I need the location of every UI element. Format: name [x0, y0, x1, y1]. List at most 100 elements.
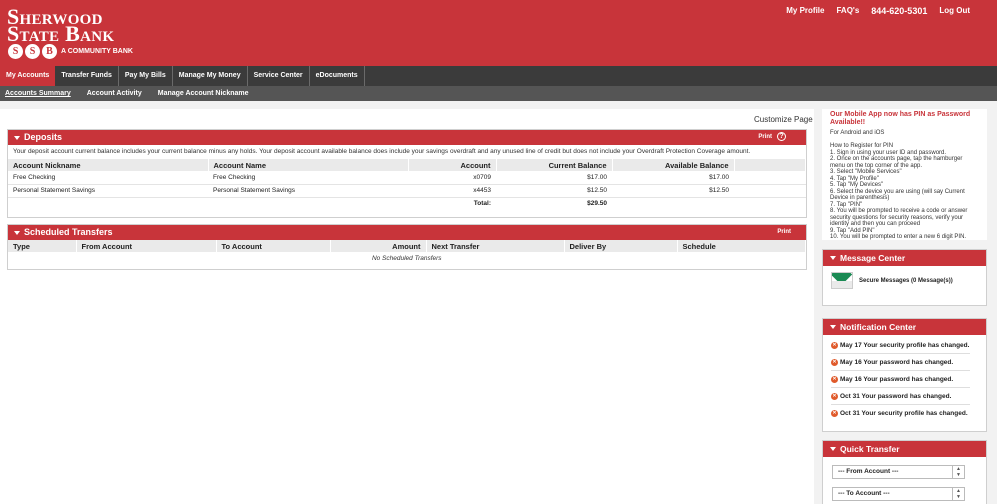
to-account-select[interactable]: --- To Account --- ▲ ▼ [832, 487, 965, 501]
spacer-cell [734, 184, 806, 198]
list-item[interactable]: ✕ Oct 31 Your security profile has change… [831, 405, 970, 422]
dismiss-x-icon[interactable]: ✕ [831, 358, 838, 366]
header: Sherwood State Bank S S B A COMMUNITY BA… [0, 0, 997, 66]
total-row: Total: $29.50 [8, 197, 806, 210]
account-number-cell: x0709 [408, 171, 496, 185]
col-account[interactable]: Account [408, 159, 497, 171]
col-schedule[interactable]: Schedule [677, 240, 806, 252]
promo-step: 10. You will be prompted to enter a new … [830, 234, 967, 240]
col-account-nickname[interactable]: Account Nickname [8, 159, 209, 171]
spacer-cell [734, 171, 806, 185]
table-row[interactable]: Free Checking Free Checking x0709 $17.00… [8, 171, 806, 185]
my-profile-link[interactable]: My Profile [786, 6, 824, 16]
collapse-caret-icon[interactable] [14, 231, 20, 235]
account-name-cell: Free Checking [208, 171, 408, 185]
deposits-title: Deposits [24, 132, 63, 142]
notification-text: May 17 Your security profile has changed… [840, 341, 970, 349]
stepper-arrows-icon[interactable]: ▲ ▼ [952, 466, 964, 478]
col-deliver-by[interactable]: Deliver By [564, 240, 678, 252]
scheduled-print-button[interactable]: Print [777, 229, 791, 235]
list-item[interactable]: ✕ May 17 Your security profile has change… [831, 337, 970, 354]
account-nickname-cell[interactable]: Personal Statement Savings [8, 184, 208, 198]
sub-nav: Accounts Summary Account Activity Manage… [0, 86, 997, 101]
deposits-table: Account Nickname Account Name Account Cu… [8, 159, 806, 210]
no-scheduled-transfers-text: No Scheduled Transfers [371, 255, 442, 262]
col-spacer [734, 159, 806, 171]
notification-text: Oct 31 Your security profile has changed… [840, 410, 968, 417]
envelope-icon [831, 272, 853, 289]
subnav-manage-account-nickname[interactable]: Manage Account Nickname [153, 86, 254, 101]
mobile-app-promo: Our Mobile App now has PIN as Password A… [822, 109, 987, 240]
quick-transfer-header[interactable]: Quick Transfer [823, 441, 986, 457]
col-type[interactable]: Type [8, 240, 77, 252]
col-available-balance[interactable]: Available Balance [612, 159, 735, 171]
promo-step: 2. Once on the accounts page, tap the ha… [830, 156, 963, 169]
promo-subtitle: For Android and iOS [830, 130, 885, 136]
top-links: My Profile FAQ's 844-620-5301 Log Out [774, 6, 970, 16]
available-balance-cell: $17.00 [612, 171, 734, 185]
total-label: Total: [473, 200, 491, 208]
from-account-select[interactable]: --- From Account --- ▲ ▼ [832, 465, 965, 479]
logo-badge-s1: S [8, 44, 23, 59]
dismiss-x-icon[interactable]: ✕ [831, 392, 838, 400]
dismiss-x-icon[interactable]: ✕ [831, 341, 838, 349]
account-name-cell: Personal Statement Savings [208, 184, 408, 198]
empty-row: No Scheduled Transfers [8, 252, 806, 265]
logo-badges: S S B A COMMUNITY BANK [8, 44, 133, 59]
logout-link[interactable]: Log Out [939, 6, 970, 16]
logo-tagline: A COMMUNITY BANK [61, 48, 133, 55]
scheduled-transfers-title: Scheduled Transfers [24, 227, 113, 237]
col-amount[interactable]: Amount [330, 240, 427, 252]
table-row[interactable]: Personal Statement Savings Personal Stat… [8, 184, 806, 198]
question-circle-icon[interactable]: ? [777, 132, 786, 141]
quick-transfer-widget: Quick Transfer --- From Account --- ▲ ▼ -… [822, 440, 987, 504]
faq-link[interactable]: FAQ's [836, 6, 859, 16]
collapse-caret-icon[interactable] [830, 325, 836, 329]
scheduled-transfers-header[interactable]: Scheduled Transfers Print [8, 225, 806, 240]
current-balance-cell: $17.00 [496, 171, 612, 185]
subnav-accounts-summary[interactable]: Accounts Summary [0, 86, 76, 101]
deposits-header[interactable]: Deposits Print ? [8, 130, 806, 145]
secure-messages-row[interactable]: Secure Messages (0 Message(s)) [823, 266, 986, 295]
collapse-caret-icon[interactable] [14, 136, 20, 140]
promo-steps: How to Register for PIN 1. Sign in using… [830, 143, 979, 241]
tab-my-accounts[interactable]: My Accounts [0, 66, 56, 86]
tab-edocuments[interactable]: eDocuments [310, 66, 365, 86]
message-center-header[interactable]: Message Center [823, 250, 986, 266]
tab-transfer-funds[interactable]: Transfer Funds [55, 66, 119, 86]
secure-messages-link[interactable]: Secure Messages (0 Message(s)) [859, 278, 953, 284]
bank-logo[interactable]: Sherwood State Bank S S B A COMMUNITY BA… [7, 6, 133, 59]
list-item[interactable]: ✕ May 16 Your password has changed. [831, 354, 970, 371]
col-from-account[interactable]: From Account [76, 240, 217, 252]
deposits-print-button[interactable]: Print [758, 134, 772, 140]
total-value: $29.50 [587, 200, 607, 208]
empty-cell [208, 197, 408, 210]
col-current-balance[interactable]: Current Balance [496, 159, 613, 171]
list-item[interactable]: ✕ May 16 Your password has changed. [831, 371, 970, 388]
stepper-arrows-icon[interactable]: ▲ ▼ [952, 488, 964, 500]
subnav-account-activity[interactable]: Account Activity [82, 86, 147, 101]
logo-badge-b: B [42, 44, 57, 59]
collapse-caret-icon[interactable] [830, 447, 836, 451]
from-account-value: --- From Account --- [838, 468, 899, 475]
customize-page-link[interactable]: Customize Page [754, 115, 813, 124]
col-next-transfer[interactable]: Next Transfer [426, 240, 565, 252]
current-balance-cell: $12.50 [496, 184, 612, 198]
tab-manage-my-money[interactable]: Manage My Money [173, 66, 248, 86]
notification-list: ✕ May 17 Your security profile has change… [823, 335, 986, 422]
notification-center-header[interactable]: Notification Center [823, 319, 986, 335]
notification-text: May 16 Your password has changed. [840, 375, 954, 383]
col-account-name[interactable]: Account Name [208, 159, 409, 171]
scheduled-transfers-panel: Scheduled Transfers Print Type From Acco… [7, 224, 807, 270]
notification-center-title: Notification Center [840, 322, 917, 332]
dismiss-x-icon[interactable]: ✕ [831, 375, 838, 383]
collapse-caret-icon[interactable] [830, 256, 836, 260]
list-item[interactable]: ✕ Oct 31 Your password has changed. [831, 388, 970, 405]
envelope-body [832, 281, 852, 288]
account-nickname-cell[interactable]: Free Checking [8, 171, 208, 185]
tab-pay-my-bills[interactable]: Pay My Bills [119, 66, 173, 86]
tab-service-center[interactable]: Service Center [248, 66, 310, 86]
dismiss-x-icon[interactable]: ✕ [831, 410, 838, 417]
col-to-account[interactable]: To Account [216, 240, 331, 252]
notification-text: Oct 31 Your password has changed. [840, 392, 952, 400]
